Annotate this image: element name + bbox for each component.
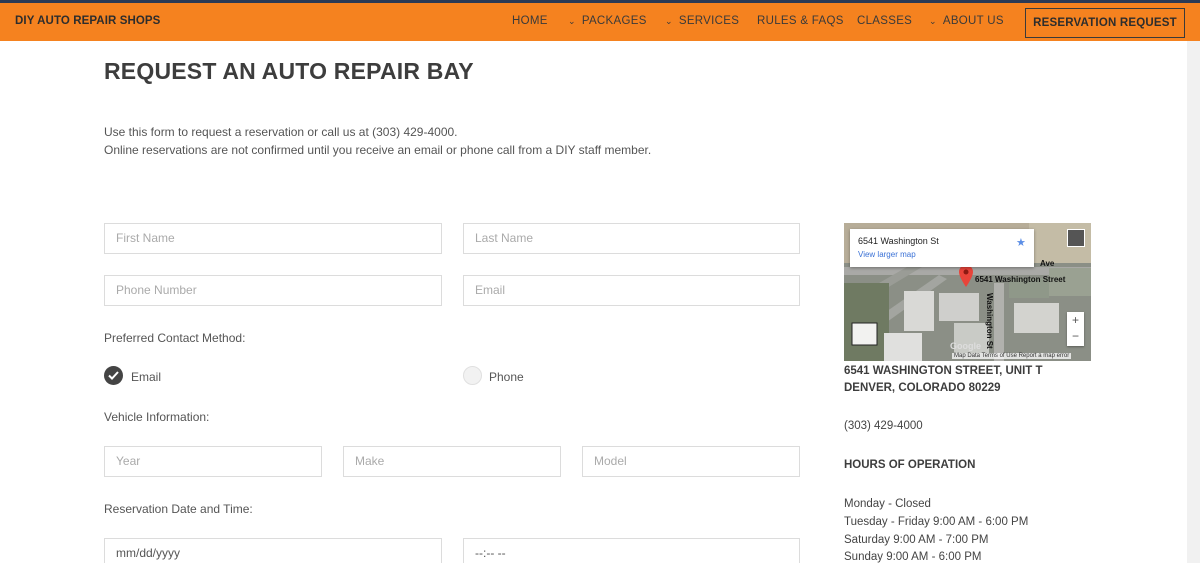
date-input[interactable]: mm/dd/yyyy (104, 538, 442, 563)
page-title: REQUEST AN AUTO REPAIR BAY (104, 58, 474, 84)
nav-services[interactable]: ⌄ SERVICES (665, 15, 739, 27)
hours-sunday: Sunday 9:00 AM - 6:00 PM (844, 551, 982, 563)
phone-input[interactable]: Phone Number (104, 275, 442, 306)
last-name-input[interactable]: Last Name (463, 223, 800, 254)
email-input[interactable]: Email (463, 275, 800, 306)
map-address: 6541 Washington St (858, 236, 939, 246)
reservation-datetime-label: Reservation Date and Time: (104, 502, 253, 516)
nav-classes[interactable]: CLASSES (857, 15, 912, 27)
nav-home[interactable]: HOME (512, 15, 548, 27)
nav-packages[interactable]: ⌄ PACKAGES (568, 15, 647, 27)
first-name-input[interactable]: First Name (104, 223, 442, 254)
intro-text-call: Use this form to request a reservation o… (104, 125, 458, 139)
nav-about-us[interactable]: ⌄ ABOUT US (929, 15, 1004, 27)
chevron-down-icon: ⌄ (929, 16, 937, 26)
shop-address-line-1: 6541 WASHINGTON STREET, UNIT T (844, 365, 1043, 377)
vehicle-info-label: Vehicle Information: (104, 410, 210, 424)
contact-method-label: Preferred Contact Method: (104, 331, 246, 345)
check-icon (108, 371, 119, 380)
page-scrollbar[interactable] (1187, 41, 1200, 563)
zoom-out-button[interactable]: − (1067, 328, 1084, 344)
model-input[interactable]: Model (582, 446, 800, 477)
nav-rules-faqs[interactable]: RULES & FAQS (757, 15, 844, 27)
google-logo: Google (950, 341, 981, 351)
location-map[interactable]: 6541 Washington Street Ave Washington St… (844, 223, 1091, 361)
street-view-icon[interactable] (1067, 229, 1085, 247)
intro-text-confirmation: Online reservations are not confirmed un… (104, 143, 652, 157)
chevron-down-icon: ⌄ (665, 16, 673, 26)
nav-about-label: ABOUT US (942, 15, 1004, 27)
contact-email-radio[interactable] (104, 366, 123, 385)
hours-saturday: Saturday 9:00 AM - 7:00 PM (844, 534, 989, 546)
reservation-request-button[interactable]: RESERVATION REQUEST (1025, 8, 1185, 38)
map-info-card: 6541 Washington St View larger map ★ (850, 229, 1034, 267)
brand-logo[interactable]: DIY AUTO REPAIR SHOPS (15, 15, 160, 27)
nav-packages-label: PACKAGES (581, 15, 647, 27)
view-larger-map-link[interactable]: View larger map (858, 250, 916, 259)
hours-monday: Monday - Closed (844, 498, 931, 510)
zoom-in-button[interactable]: + (1067, 312, 1084, 328)
year-input[interactable]: Year (104, 446, 322, 477)
contact-phone-label[interactable]: Phone (489, 370, 524, 384)
map-pin-icon[interactable] (959, 265, 973, 287)
top-navigation: DIY AUTO REPAIR SHOPS HOME ⌄ PACKAGES ⌄ SE… (0, 3, 1200, 41)
map-zoom-controls[interactable]: + − (1067, 312, 1084, 346)
save-star-icon[interactable]: ★ (1016, 236, 1026, 249)
hours-tuesday-friday: Tuesday - Friday 9:00 AM - 6:00 PM (844, 516, 1029, 528)
shop-address-line-2: DENVER, COLORADO 80229 (844, 382, 1001, 394)
map-ave-label: Ave (1040, 259, 1055, 268)
make-input[interactable]: Make (343, 446, 561, 477)
hours-title: HOURS OF OPERATION (844, 459, 976, 471)
contact-email-label[interactable]: Email (131, 370, 161, 384)
map-street-label: 6541 Washington Street (975, 275, 1066, 284)
contact-phone-radio[interactable] (463, 366, 482, 385)
chevron-down-icon: ⌄ (568, 16, 576, 26)
nav-services-label: SERVICES (678, 15, 740, 27)
time-input[interactable]: --:-- -- (463, 538, 800, 563)
shop-phone[interactable]: (303) 429-4000 (844, 420, 923, 432)
map-footer-links[interactable]: Map Data Terms of Use Report a map error (952, 353, 1072, 359)
map-cross-street-label: Washington St (985, 293, 994, 349)
